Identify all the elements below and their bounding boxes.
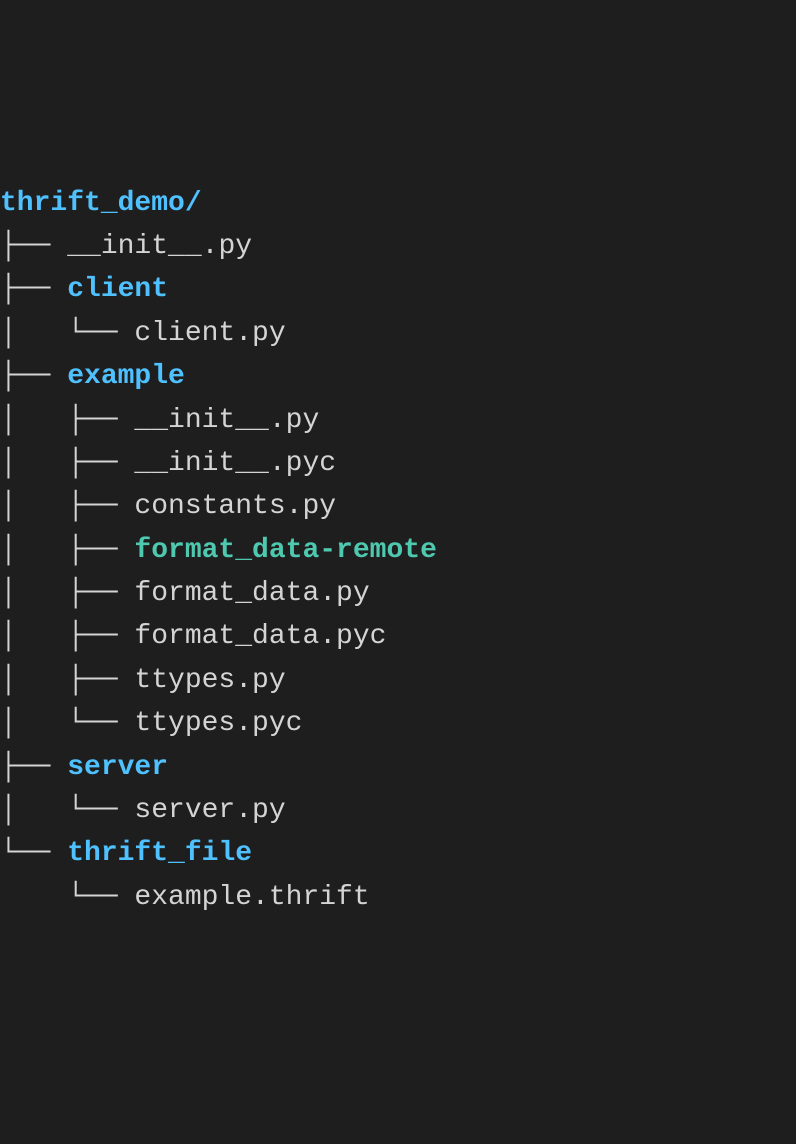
tree-branch: └──	[0, 882, 134, 913]
tree-row: │ └── client.py	[0, 312, 796, 355]
file-name: example.thrift	[134, 882, 369, 913]
file-name: client.py	[134, 318, 285, 349]
file-name: ttypes.py	[134, 665, 285, 696]
tree-branch: │ ├──	[0, 535, 134, 566]
tree-row: │ └── ttypes.pyc	[0, 702, 796, 745]
directory-name: example	[67, 361, 185, 392]
tree-row: │ ├── ttypes.py	[0, 659, 796, 702]
tree-row: ├── example	[0, 355, 796, 398]
tree-branch: │ ├──	[0, 405, 134, 436]
file-name: __init__.py	[67, 231, 252, 262]
tree-branch: │ ├──	[0, 491, 134, 522]
tree-branch: │ └──	[0, 318, 134, 349]
tree-branch: │ ├──	[0, 448, 134, 479]
tree-row: │ ├── constants.py	[0, 485, 796, 528]
tree-row: │ ├── format_data-remote	[0, 529, 796, 572]
tree-root: thrift_demo/	[0, 182, 796, 225]
file-name: __init__.py	[134, 405, 319, 436]
tree-row: │ ├── __init__.pyc	[0, 442, 796, 485]
file-name: format_data.py	[134, 578, 369, 609]
directory-name: server	[67, 752, 168, 783]
directory-name: thrift_file	[67, 838, 252, 869]
executable-name: format_data-remote	[134, 535, 436, 566]
tree-row: ├── __init__.py	[0, 225, 796, 268]
directory-name: thrift_demo/	[0, 188, 202, 219]
tree-row: │ ├── format_data.py	[0, 572, 796, 615]
tree-row: ├── client	[0, 268, 796, 311]
tree-branch: │ └──	[0, 708, 134, 739]
file-name: constants.py	[134, 491, 336, 522]
tree-branch: ├──	[0, 231, 67, 262]
tree-branch: │ ├──	[0, 578, 134, 609]
tree-branch: ├──	[0, 274, 67, 305]
directory-name: client	[67, 274, 168, 305]
tree-row: │ └── server.py	[0, 789, 796, 832]
file-name: server.py	[134, 795, 285, 826]
tree-row: └── example.thrift	[0, 876, 796, 919]
tree-branch: └──	[0, 838, 67, 869]
tree-row: │ ├── __init__.py	[0, 399, 796, 442]
tree-branch: │ ├──	[0, 665, 134, 696]
tree-row: │ ├── format_data.pyc	[0, 615, 796, 658]
tree-branch: ├──	[0, 361, 67, 392]
tree-branch: │ ├──	[0, 621, 134, 652]
tree-row: └── thrift_file	[0, 832, 796, 875]
tree-branch: │ └──	[0, 795, 134, 826]
file-tree: thrift_demo/├── __init__.py├── client│ └…	[0, 182, 796, 920]
tree-row: ├── server	[0, 746, 796, 789]
tree-branch: ├──	[0, 752, 67, 783]
file-name: ttypes.pyc	[134, 708, 302, 739]
file-name: __init__.pyc	[134, 448, 336, 479]
file-name: format_data.pyc	[134, 621, 386, 652]
